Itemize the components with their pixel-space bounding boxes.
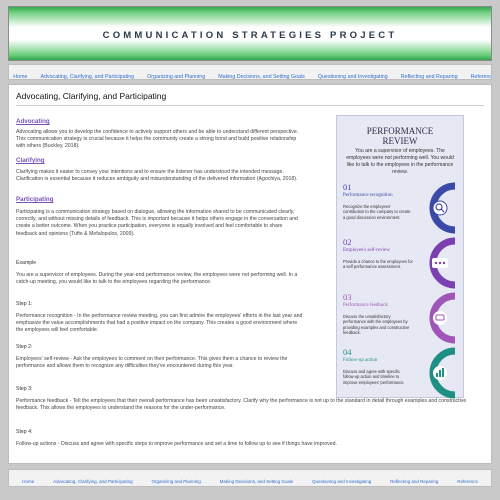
participating-text: Participating is a communication strateg… <box>16 209 298 237</box>
step-2-label: Step 2: <box>16 344 33 350</box>
step-number: 02 <box>343 237 352 247</box>
infographic-intro: You are a supervisor of employees. The e… <box>346 148 454 175</box>
nav-reflecting[interactable]: Reflecting and Reparing <box>396 70 461 79</box>
infographic-step-3: 03 Performance feedback Discuss the unsa… <box>337 292 465 347</box>
nav-decisions[interactable]: Making Decisions, and Setting Goals <box>214 70 309 79</box>
chart-icon <box>429 347 456 399</box>
step-heading: Employee's self-review <box>343 248 390 253</box>
step-text: Recognize the employees' contribution to… <box>343 204 411 220</box>
step-2-text: Employees' self-review - Ask the employe… <box>16 356 288 370</box>
heading-participating: Participating <box>16 196 54 203</box>
footer-nav-references[interactable]: Referencs <box>450 474 485 486</box>
page-title: Advocating, Clarifying, and Participatin… <box>16 91 167 101</box>
footer-nav-reflecting[interactable]: Reflecting and Reparing <box>383 474 446 486</box>
step-1-label: Step 1: <box>16 301 33 307</box>
infographic-title: PERFORMANCE REVIEW <box>337 126 463 146</box>
step-heading: Performance feedback <box>343 303 388 308</box>
bottom-navigation: Home Advocating, Clarifying, and Partici… <box>8 469 492 487</box>
performance-review-infographic: PERFORMANCE REVIEW You are a supervisor … <box>336 115 465 399</box>
step-number: 04 <box>343 347 352 357</box>
nav-questioning[interactable]: Questioning and Investigating <box>314 70 392 79</box>
infographic-step-4: 04 Follow-up action Discuss and agree wi… <box>337 347 465 402</box>
infographic-step-1: 01 Performance recognition Recognize the… <box>337 182 465 237</box>
footer-nav-home[interactable]: Home <box>15 474 41 486</box>
nav-home[interactable]: Home <box>9 70 32 79</box>
infographic-step-2: 02 Employee's self-review Provide a chan… <box>337 237 465 292</box>
nav-advocating[interactable]: Advocating, Clarifying, and Participatin… <box>36 70 138 79</box>
footer-nav-decisions[interactable]: Making Decisions, and Setting Goals <box>212 474 300 486</box>
search-icon <box>429 182 456 234</box>
step-heading: Follow-up action <box>343 358 378 363</box>
heading-advocating: Advocating <box>16 118 50 125</box>
site-header: COMMUNICATION STRATEGIES PROJECT <box>8 6 492 61</box>
step-4-label: Step 4: <box>16 429 33 435</box>
comment-icon <box>429 292 456 344</box>
step-text: Provide a chance to the employees for a … <box>343 259 413 270</box>
nav-organizing[interactable]: Organizing and Planning <box>143 70 210 79</box>
step-1-text: Performance recognition - In the perform… <box>16 313 303 334</box>
top-navigation: Home Advocating, Clarifying, and Partici… <box>8 64 492 80</box>
nav-reference[interactable]: Reference <box>466 70 491 79</box>
advocating-text: Advocating allows you to develop the con… <box>16 129 299 150</box>
footer-nav-questioning[interactable]: Questioning and Investigating <box>305 474 379 486</box>
main-content: Advocating, Clarifying, and Participatin… <box>8 84 492 464</box>
site-title: COMMUNICATION STRATEGIES PROJECT <box>102 30 398 41</box>
heading-clarifying: Clarifying <box>16 157 45 164</box>
step-heading: Performance recognition <box>343 193 393 198</box>
clarifying-text: Clarifying makes it easier to convey you… <box>16 169 298 183</box>
infographic-title-line-1: PERFORMANCE <box>366 126 434 136</box>
step-3-label: Step 3: <box>16 386 33 392</box>
step-number: 01 <box>343 182 352 192</box>
step-text: Discuss the unsatisfactory performance w… <box>343 314 410 336</box>
step-number: 03 <box>343 292 352 302</box>
example-label: Example <box>16 260 37 266</box>
example-intro: You are a supervisor of employees. Durin… <box>16 272 298 286</box>
infographic-title-line-2: REVIEW <box>382 136 418 146</box>
footer-nav-advocating[interactable]: Advocating, Clarifying, and Participatin… <box>46 474 140 486</box>
footer-nav-organizing[interactable]: Organizing and Planning <box>144 474 208 486</box>
step-text: Discuss and agree with specific follow-u… <box>343 369 405 385</box>
title-divider <box>16 105 484 106</box>
chat-dots-icon <box>429 237 456 289</box>
step-4-text: Follow-up actions - Discuss and agree wi… <box>16 441 337 447</box>
